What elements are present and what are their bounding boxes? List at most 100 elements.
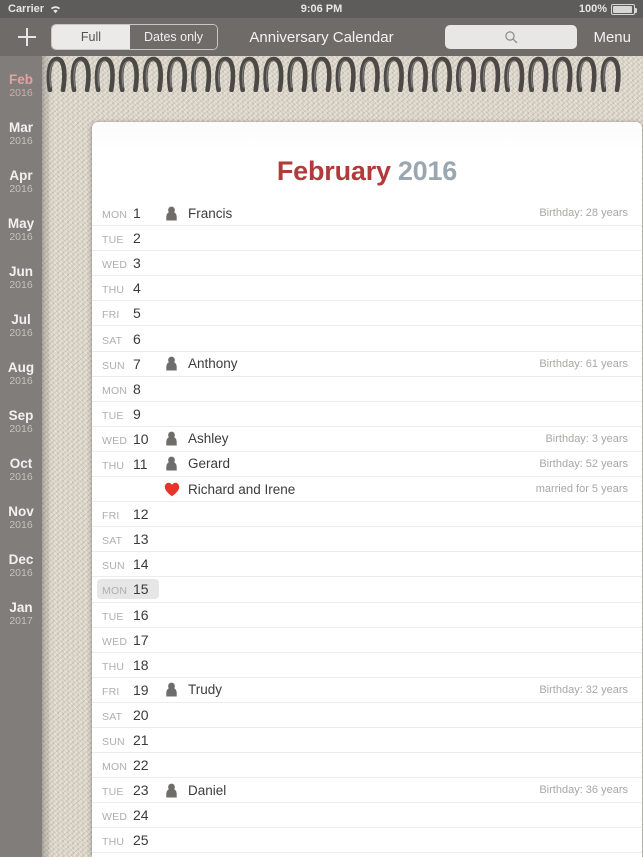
day-row[interactable]: WED 10 Ashley Birthday: 3 years <box>92 427 642 452</box>
day-row[interactable]: SUN 14 <box>92 552 642 578</box>
day-row[interactable]: TUE 2 <box>92 226 642 252</box>
weekday-label: TUE <box>102 610 124 623</box>
day-number: 23 <box>133 782 149 799</box>
date-label: WED 3 <box>97 253 159 273</box>
date-label: SAT 13 <box>97 529 159 549</box>
day-number: 21 <box>133 732 149 749</box>
status-bar: Carrier 9:06 PM 100% <box>0 0 643 18</box>
month-heading: February 2016 <box>92 122 642 201</box>
day-number: 13 <box>133 531 149 548</box>
day-row[interactable]: FRI 12 <box>92 502 642 528</box>
date-label: MON 22 <box>97 755 159 775</box>
sidebar-month-year: 2016 <box>9 374 33 387</box>
menu-button[interactable]: Menu <box>593 29 631 46</box>
date-label: WED 17 <box>97 630 159 650</box>
search-icon <box>504 30 518 44</box>
day-row[interactable]: MON 8 <box>92 377 642 402</box>
day-row[interactable]: TUE 23 Daniel Birthday: 36 years <box>92 778 642 804</box>
day-row[interactable]: WED 17 <box>92 628 642 653</box>
sidebar-month-feb-2016[interactable]: Feb 2016 <box>0 62 42 110</box>
weekday-label: MON <box>102 761 128 774</box>
day-row[interactable]: TUE 16 <box>92 603 642 628</box>
day-number: 15 <box>133 581 149 598</box>
date-label: FRI 5 <box>97 303 159 323</box>
day-row[interactable]: FRI 5 <box>92 301 642 327</box>
day-row[interactable]: Richard and Irene married for 5 years <box>92 477 642 503</box>
person-icon <box>163 431 180 446</box>
date-label: FRI 12 <box>97 504 159 524</box>
day-row[interactable]: THU 4 <box>92 276 642 302</box>
segment-full[interactable]: Full <box>52 25 130 49</box>
month-heading-year: 2016 <box>397 156 458 186</box>
view-mode-segmented-control[interactable]: Full Dates only <box>51 24 219 50</box>
day-row[interactable]: SUN 21 <box>92 728 642 754</box>
day-row[interactable]: THU 25 <box>92 828 642 854</box>
weekday-label: SUN <box>102 359 125 372</box>
day-row[interactable]: WED 3 <box>92 251 642 277</box>
sidebar-month-name: Feb <box>8 72 33 88</box>
day-number: 3 <box>133 255 141 272</box>
day-row[interactable]: THU 18 <box>92 653 642 678</box>
day-number: 19 <box>133 681 149 698</box>
person-icon <box>163 206 180 221</box>
event-note: Birthday: 3 years <box>545 432 628 445</box>
day-number: 7 <box>133 355 141 372</box>
date-label: TUE 23 <box>97 780 159 800</box>
sidebar-month-year: 2016 <box>9 86 33 99</box>
day-row[interactable]: WED 24 <box>92 803 642 829</box>
day-row[interactable]: FRI26 <box>92 853 642 857</box>
sidebar-month-nov-2016[interactable]: Nov 2016 <box>0 494 42 542</box>
day-row[interactable]: SAT 6 <box>92 326 642 352</box>
weekday-label: MON <box>102 384 128 397</box>
sidebar-month-name: Apr <box>9 168 33 184</box>
day-row[interactable]: THU 11 Gerard Birthday: 52 years <box>92 452 642 478</box>
day-row[interactable]: MON 15 <box>92 577 642 603</box>
event-name: Gerard <box>188 456 231 472</box>
day-row[interactable]: SAT 13 <box>92 527 642 553</box>
event-name: Trudy <box>188 682 223 698</box>
date-label: TUE 9 <box>97 404 159 424</box>
search-input[interactable] <box>445 25 578 49</box>
sidebar-month-jan-2017[interactable]: Jan 2017 <box>0 590 42 638</box>
day-number: 4 <box>133 280 141 297</box>
person-icon <box>163 456 180 471</box>
month-heading-month: February <box>276 156 391 186</box>
date-label: MON 8 <box>97 379 159 399</box>
day-number: 10 <box>133 430 149 447</box>
sidebar-month-jun-2016[interactable]: Jun 2016 <box>0 254 42 302</box>
day-row[interactable]: TUE 9 <box>92 402 642 427</box>
event-note: Birthday: 28 years <box>539 207 628 220</box>
sidebar-month-sep-2016[interactable]: Sep 2016 <box>0 398 42 446</box>
day-number: 12 <box>133 506 149 523</box>
day-number: 6 <box>133 330 141 347</box>
sidebar-month-oct-2016[interactable]: Oct 2016 <box>0 446 42 494</box>
sidebar-month-name: Mar <box>8 120 33 136</box>
sidebar-month-jul-2016[interactable]: Jul 2016 <box>0 302 42 350</box>
sidebar-month-mar-2016[interactable]: Mar 2016 <box>0 110 42 158</box>
date-label: SAT 6 <box>97 329 159 349</box>
month-sidebar[interactable]: Feb 2016 Mar 2016 Apr 2016 May 2016 Jun 2016 Jul 20… <box>0 56 42 857</box>
weekday-label: WED <box>102 434 128 447</box>
day-row[interactable]: SAT 20 <box>92 703 642 728</box>
sidebar-month-name: Jan <box>9 600 33 616</box>
sidebar-month-may-2016[interactable]: May 2016 <box>0 206 42 254</box>
day-number: 9 <box>133 405 141 422</box>
sidebar-month-name: Dec <box>8 552 34 568</box>
day-row[interactable]: MON 22 <box>92 753 642 779</box>
event-note: Birthday: 61 years <box>539 357 628 370</box>
sidebar-month-year: 2016 <box>9 326 33 339</box>
day-row[interactable]: MON 1 Francis Birthday: 28 years <box>92 201 642 227</box>
day-row[interactable]: SUN 7 Anthony Birthday: 61 years <box>92 352 642 377</box>
event-note: Birthday: 52 years <box>539 457 628 470</box>
day-row[interactable]: FRI 19 Trudy Birthday: 32 years <box>92 678 642 703</box>
weekday-label: SUN <box>102 736 125 749</box>
sidebar-month-aug-2016[interactable]: Aug 2016 <box>0 350 42 398</box>
sidebar-month-apr-2016[interactable]: Apr 2016 <box>0 158 42 206</box>
event-name: Anthony <box>188 356 238 372</box>
sidebar-month-year: 2016 <box>9 278 33 291</box>
add-entry-button[interactable] <box>12 22 42 52</box>
weekday-label: SUN <box>102 560 125 573</box>
sidebar-month-name: Sep <box>8 408 34 424</box>
sidebar-month-dec-2016[interactable]: Dec 2016 <box>0 542 42 590</box>
segment-dates-only[interactable]: Dates only <box>130 25 218 49</box>
